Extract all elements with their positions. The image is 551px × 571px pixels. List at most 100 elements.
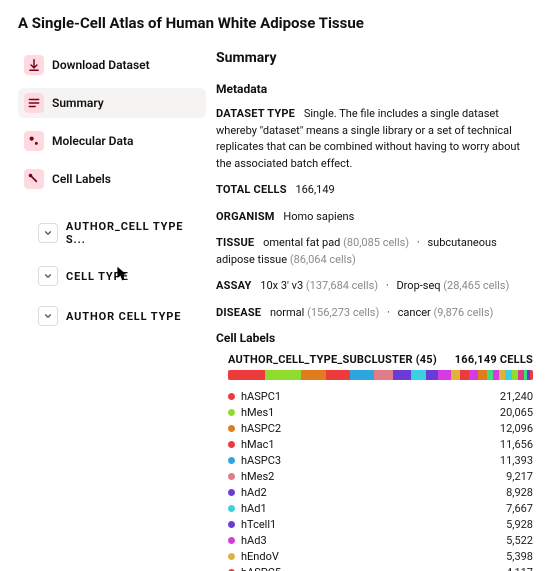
sidebar-item-label: Molecular Data — [52, 134, 133, 148]
meta-dataset-type: DATASET TYPE Single. The file includes a… — [216, 106, 533, 172]
cluster-panel: AUTHOR_CELL_TYPE_SUBCLUSTER (45) 166,149… — [216, 353, 533, 571]
cluster-color-strip — [228, 370, 533, 380]
cluster-row[interactable]: hEndoV5,398 — [228, 548, 533, 564]
row-name: hAd3 — [241, 534, 267, 547]
sidebar-item-summary[interactable]: Summary — [18, 88, 206, 118]
cluster-row[interactable]: hASPC212,096 — [228, 420, 533, 436]
row-color-bullet — [228, 393, 235, 400]
meta-key: ASSAY — [216, 279, 252, 292]
cluster-rows: hASPC1 21,240 hMes1 20,065hASPC212,096hMac1… — [228, 388, 533, 571]
separator-icon — [381, 279, 394, 292]
meta-assay: ASSAY 10x 3' v3 (137,684 cells) Drop-seq… — [216, 278, 533, 295]
strip-segment — [350, 370, 374, 380]
summary-heading: Summary — [216, 50, 533, 66]
row-name: hEndoV — [241, 550, 279, 563]
meta-key: TOTAL CELLS — [216, 183, 287, 196]
sidebar-sub-author-subcluster[interactable]: AUTHOR_CELL TYPE S... — [38, 216, 206, 250]
meta-key: TISSUE — [216, 236, 254, 249]
row-color-bullet — [228, 473, 235, 480]
cluster-row[interactable]: hMes29,217 — [228, 468, 533, 484]
sidebar-item-cell-labels[interactable]: Cell Labels — [18, 164, 206, 194]
strip-segment — [301, 370, 325, 380]
row-color-bullet — [228, 425, 235, 432]
meta-key: DISEASE — [216, 306, 261, 319]
meta-val-1: 10x 3' v3 — [260, 279, 303, 292]
meta-val-2: cancer — [398, 306, 431, 319]
cluster-row[interactable]: hMes1 20,065 — [228, 404, 533, 420]
meta-key: DATASET TYPE — [216, 107, 295, 120]
meta-count-1: (80,085 cells) — [343, 236, 409, 249]
strip-segment — [265, 370, 302, 380]
cluster-row[interactable]: hAd28,928 — [228, 484, 533, 500]
metadata-heading: Metadata — [216, 82, 533, 96]
sidebar-item-download[interactable]: Download Dataset — [18, 50, 206, 80]
cluster-header-left: AUTHOR_CELL_TYPE_SUBCLUSTER (45) — [228, 353, 437, 366]
page-title: A Single-Cell Atlas of Human White Adipo… — [18, 14, 533, 32]
strip-segment — [438, 370, 450, 380]
cluster-row[interactable]: hTcell15,928 — [228, 516, 533, 532]
meta-key: ORGANISM — [216, 210, 275, 223]
row-value: 7,667 — [506, 502, 533, 515]
cluster-row[interactable]: hAd3 5,522 — [228, 532, 533, 548]
cluster-row[interactable]: hASPC5 4,117 — [228, 564, 533, 571]
meta-count-1: (156,273 cells) — [307, 306, 379, 319]
cluster-header-right: 166,149 CELLS — [455, 353, 533, 366]
row-color-bullet — [228, 409, 235, 416]
row-value: 5,522 — [506, 534, 533, 547]
summary-icon — [24, 93, 44, 113]
row-value: 4,117 — [506, 566, 533, 571]
separator-icon — [382, 306, 395, 319]
row-value: 21,240 — [500, 390, 533, 403]
strip-segment — [478, 370, 487, 380]
cell-labels-icon — [24, 169, 44, 189]
cluster-row[interactable]: hASPC311,393 — [228, 452, 533, 468]
sidebar-item-label: Cell Labels — [52, 172, 111, 186]
row-value: 11,656 — [500, 438, 533, 451]
cluster-header: AUTHOR_CELL_TYPE_SUBCLUSTER (45) 166,149… — [228, 353, 533, 366]
meta-tissue: TISSUE omental fat pad (80,085 cells) su… — [216, 235, 533, 268]
main-content: Summary Metadata DATASET TYPE Single. Th… — [206, 50, 533, 571]
meta-val-2: Drop-seq — [396, 279, 440, 292]
row-name: hMes2 — [241, 470, 274, 483]
cluster-row[interactable]: hMac111,656 — [228, 436, 533, 452]
row-value: 20,065 — [500, 406, 533, 419]
cluster-row[interactable]: hASPC1 21,240 — [228, 388, 533, 404]
strip-segment — [451, 370, 460, 380]
meta-count-2: (86,064 cells) — [290, 253, 356, 266]
strip-segment — [374, 370, 392, 380]
row-value: 11,393 — [500, 454, 533, 467]
strip-segment — [460, 370, 469, 380]
chevron-down-icon — [38, 223, 58, 243]
row-color-bullet — [228, 457, 235, 464]
strip-segment — [393, 370, 411, 380]
strip-segment — [411, 370, 426, 380]
row-color-bullet — [228, 553, 235, 560]
cluster-row[interactable]: hAd1 7,667 — [228, 500, 533, 516]
meta-disease: DISEASE normal (156,273 cells) cancer (9… — [216, 305, 533, 322]
strip-segment — [426, 370, 438, 380]
row-name: hASPC1 — [241, 390, 281, 403]
row-color-bullet — [228, 537, 235, 544]
row-color-bullet — [228, 505, 235, 512]
row-name: hAd2 — [241, 486, 267, 499]
sidebar-sub-author-cell-type[interactable]: AUTHOR CELL TYPE — [38, 302, 206, 330]
sidebar-item-label: Download Dataset — [52, 58, 150, 72]
sidebar: Download Dataset Summary Molecular Data … — [18, 50, 206, 342]
row-name: hMes1 — [241, 406, 274, 419]
strip-segment — [326, 370, 350, 380]
row-name: hTcell1 — [241, 518, 276, 531]
meta-val-1: normal — [270, 306, 304, 319]
strip-segment — [228, 370, 265, 380]
meta-value: 166,149 — [295, 183, 334, 196]
row-color-bullet — [228, 521, 235, 528]
strip-segment — [469, 370, 478, 380]
row-name: hASPC2 — [241, 422, 281, 435]
sidebar-item-molecular[interactable]: Molecular Data — [18, 126, 206, 156]
sidebar-item-label: Summary — [52, 96, 104, 110]
meta-count-2: (28,465 cells) — [443, 279, 509, 292]
sidebar-sub-cell-type[interactable]: CELL TYPE — [38, 262, 206, 290]
row-name: hAd1 — [241, 502, 267, 515]
meta-count-1: (137,684 cells) — [306, 279, 378, 292]
row-name: hASPC5 — [241, 566, 281, 571]
cell-labels-heading: Cell Labels — [216, 331, 533, 345]
